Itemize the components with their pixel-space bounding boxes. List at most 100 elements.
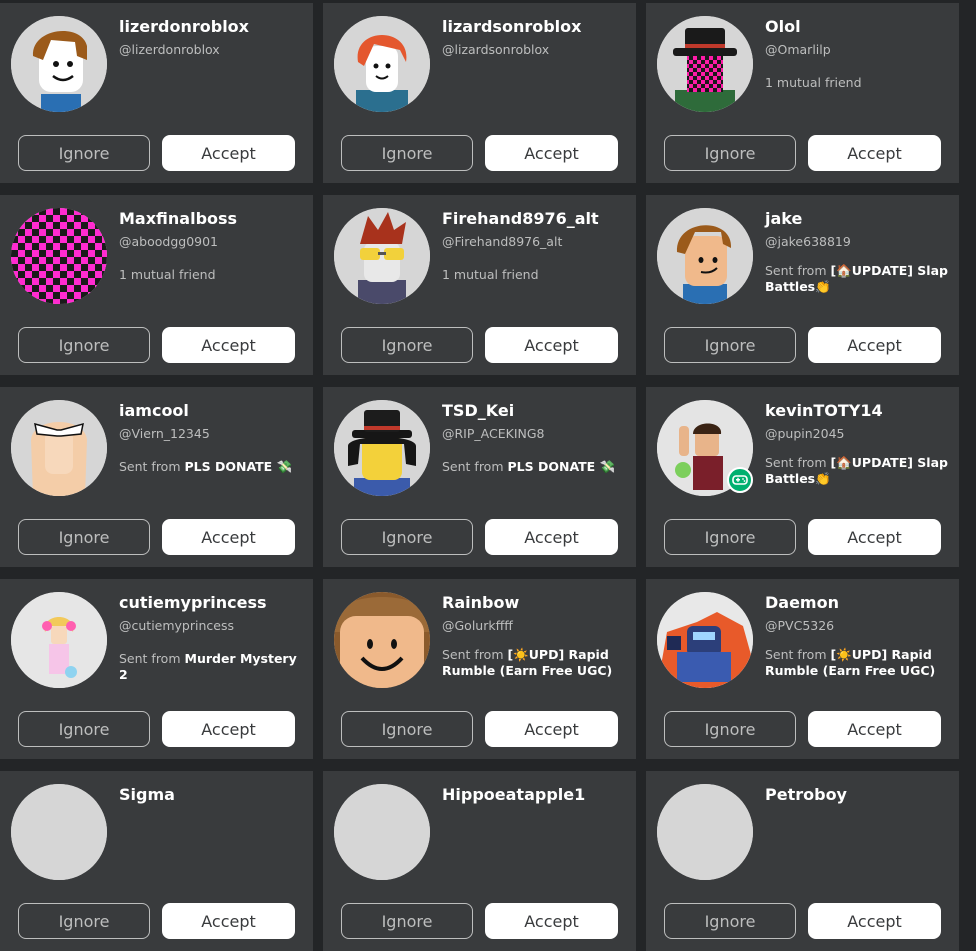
gamepad-icon <box>727 467 753 493</box>
accept-button[interactable]: Accept <box>485 327 618 363</box>
friend-request-card: jake @jake638819 Sent from [🏠UPDATE] Slap … <box>646 195 959 375</box>
display-name[interactable]: Olol <box>765 17 801 36</box>
experience-name[interactable]: PLS DONATE 💸 <box>185 459 293 474</box>
accept-button[interactable]: Accept <box>485 135 618 171</box>
orange-hair-avatar[interactable] <box>334 16 430 112</box>
mutual-friends-info: 1 mutual friend <box>119 267 305 283</box>
ignore-button[interactable]: Ignore <box>341 903 473 939</box>
username-handle: @RIP_ACEKING8 <box>442 426 545 441</box>
accept-button[interactable]: Accept <box>485 711 618 747</box>
username-handle: @Firehand8976_alt <box>442 234 563 249</box>
sent-from-info: Sent from [☀️UPD] Rapid Rumble (Earn Fre… <box>765 647 951 679</box>
username-handle: @aboodgg0901 <box>119 234 219 249</box>
experience-name[interactable]: PLS DONATE 💸 <box>508 459 616 474</box>
friend-request-card: kevinTOTY14 @pupin2045 Sent from [🏠UPDATE]… <box>646 387 959 567</box>
display-name[interactable]: Maxfinalboss <box>119 209 237 228</box>
ignore-button[interactable]: Ignore <box>18 135 150 171</box>
ignore-button[interactable]: Ignore <box>664 903 796 939</box>
accept-button[interactable]: Accept <box>808 135 941 171</box>
info-text: Sent from <box>765 263 831 278</box>
display-name[interactable]: lizardsonroblox <box>442 17 581 36</box>
friend-request-card: Sigma Ignore Accept <box>0 771 313 951</box>
pink-checkered-head-avatar[interactable] <box>11 208 107 304</box>
mutual-friends-info: 1 mutual friend <box>442 267 628 283</box>
username-handle: @Golurkffff <box>442 618 513 633</box>
ignore-button[interactable]: Ignore <box>18 519 150 555</box>
display-name[interactable]: Firehand8976_alt <box>442 209 599 228</box>
avatar[interactable] <box>11 784 107 880</box>
ignore-button[interactable]: Ignore <box>341 519 473 555</box>
pink-bunny-avatar[interactable] <box>11 592 107 688</box>
ignore-button[interactable]: Ignore <box>341 327 473 363</box>
username-handle: @pupin2045 <box>765 426 845 441</box>
display-name[interactable]: Rainbow <box>442 593 519 612</box>
display-name[interactable]: Sigma <box>119 785 175 804</box>
friend-request-card: Hippoeatapple1 Ignore Accept <box>323 771 636 951</box>
info-text: 1 mutual friend <box>119 267 216 282</box>
ignore-button[interactable]: Ignore <box>664 711 796 747</box>
info-text: Sent from <box>765 647 831 662</box>
info-text: Sent from <box>119 459 185 474</box>
ignore-button[interactable]: Ignore <box>18 327 150 363</box>
friend-request-card: Petroboy Ignore Accept <box>646 771 959 951</box>
accept-button[interactable]: Accept <box>808 519 941 555</box>
accept-button[interactable]: Accept <box>808 711 941 747</box>
accept-button[interactable]: Accept <box>485 903 618 939</box>
friend-request-card: cutiemyprincess @cutiemyprincess Sent from… <box>0 579 313 759</box>
display-name[interactable]: lizerdonroblox <box>119 17 249 36</box>
smirk-brown-hair-avatar[interactable] <box>657 208 753 304</box>
friend-request-card: iamcool @Viern_12345 Sent from PLS DONATE … <box>0 387 313 567</box>
robot-fighter-avatar[interactable] <box>657 592 753 688</box>
friend-request-card: TSD_Kei @RIP_ACEKING8 Sent from PLS DONATE… <box>323 387 636 567</box>
friend-request-card: Rainbow @Golurkffff Sent from [☀️UPD] Rapi… <box>323 579 636 759</box>
display-name[interactable]: Hippoeatapple1 <box>442 785 585 804</box>
ignore-button[interactable]: Ignore <box>664 327 796 363</box>
avatar[interactable] <box>657 784 753 880</box>
accept-button[interactable]: Accept <box>162 711 295 747</box>
ignore-button[interactable]: Ignore <box>664 135 796 171</box>
accept-button[interactable]: Accept <box>485 519 618 555</box>
avatar[interactable] <box>334 784 430 880</box>
display-name[interactable]: Daemon <box>765 593 839 612</box>
username-handle: @Omarlilp <box>765 42 831 57</box>
sent-from-info: Sent from PLS DONATE 💸 <box>442 459 628 475</box>
ignore-button[interactable]: Ignore <box>18 711 150 747</box>
friend-request-card: Daemon @PVC5326 Sent from [☀️UPD] Rapid Ru… <box>646 579 959 759</box>
display-name[interactable]: kevinTOTY14 <box>765 401 883 420</box>
display-name[interactable]: jake <box>765 209 802 228</box>
display-name[interactable]: iamcool <box>119 401 189 420</box>
ignore-button[interactable]: Ignore <box>341 135 473 171</box>
info-text: Sent from <box>442 459 508 474</box>
accept-button[interactable]: Accept <box>808 327 941 363</box>
accept-button[interactable]: Accept <box>808 903 941 939</box>
accept-button[interactable]: Accept <box>162 519 295 555</box>
mutual-friends-info: 1 mutual friend <box>765 75 951 91</box>
sent-from-info: Sent from PLS DONATE 💸 <box>119 459 305 475</box>
checkered-pink-hat-avatar[interactable] <box>657 16 753 112</box>
friend-request-card: Olol @Omarlilp 1 mutual friend Ignore Accept <box>646 3 959 183</box>
ignore-button[interactable]: Ignore <box>341 711 473 747</box>
username-handle: @lizardsonroblox <box>442 42 550 57</box>
sent-from-info: Sent from [☀️UPD] Rapid Rumble (Earn Fre… <box>442 647 628 679</box>
ignore-button[interactable]: Ignore <box>18 903 150 939</box>
classic-brown-hair-avatar[interactable] <box>11 16 107 112</box>
accept-button[interactable]: Accept <box>162 135 295 171</box>
black-hat-yellow-avatar[interactable] <box>334 400 430 496</box>
display-name[interactable]: TSD_Kei <box>442 401 514 420</box>
username-handle: @Viern_12345 <box>119 426 210 441</box>
display-name[interactable]: cutiemyprincess <box>119 593 267 612</box>
username-handle: @PVC5326 <box>765 618 835 633</box>
display-name[interactable]: Petroboy <box>765 785 847 804</box>
friend-request-card: lizerdonroblox @lizerdonroblox Ignore Accep… <box>0 3 313 183</box>
smile-face-avatar[interactable] <box>334 592 430 688</box>
info-text: Sent from <box>765 455 831 470</box>
username-handle: @jake638819 <box>765 234 851 249</box>
accept-button[interactable]: Accept <box>162 903 295 939</box>
ignore-button[interactable]: Ignore <box>664 519 796 555</box>
blonde-white-glasses-avatar[interactable] <box>11 400 107 496</box>
info-text: Sent from <box>119 651 185 666</box>
sunglasses-red-hair-avatar[interactable] <box>334 208 430 304</box>
info-text: 1 mutual friend <box>442 267 539 282</box>
friend-request-card: Maxfinalboss @aboodgg0901 1 mutual friend I… <box>0 195 313 375</box>
accept-button[interactable]: Accept <box>162 327 295 363</box>
